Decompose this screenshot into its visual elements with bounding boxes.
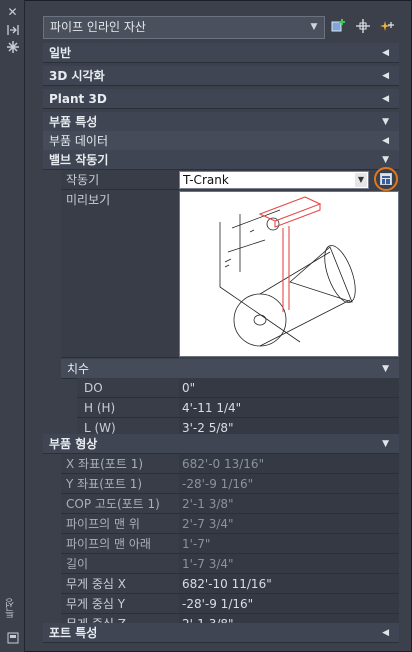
geo-row-label: 파이프의 맨 위 <box>66 517 140 531</box>
dim-row-label: H (H) <box>84 401 116 415</box>
chevron-down-icon: ▼ <box>382 439 389 449</box>
section-label: 부품 데이터 <box>49 134 109 148</box>
geo-row-value: -28'-9 1/16" <box>179 474 399 494</box>
section-dimensions[interactable]: 치수 ▼ <box>61 359 399 379</box>
section-part-properties[interactable]: 부품 특성 ▼ <box>43 112 399 132</box>
autohide-icon[interactable] <box>5 24 20 38</box>
section-part-data[interactable]: 부품 데이터 ◀ <box>43 131 399 151</box>
section-part-geometry[interactable]: 부품 형상 ▼ <box>43 434 399 454</box>
section-label: 치수 <box>67 362 90 376</box>
object-type-value: 파이프 인라인 자산 <box>50 20 146 34</box>
section-label: 3D 시각화 <box>49 69 105 83</box>
geo-row-value[interactable]: -28'-9 1/16" <box>179 594 399 614</box>
section-port-properties[interactable]: 포트 특성 ◀ <box>43 623 399 643</box>
close-icon[interactable]: ✕ <box>5 5 20 19</box>
actuator-preview <box>179 191 399 357</box>
palette-body: 파이프 인라인 자산 ▼ 일반 ◀ 3D 시각화 ◀ Plant 3D ◀ 부품 특성… <box>40 0 402 652</box>
section-label: Plant 3D <box>49 92 107 106</box>
palette-settings-icon[interactable] <box>5 40 20 54</box>
section-3d-visualization[interactable]: 3D 시각화 ◀ <box>43 66 399 86</box>
section-label: 부품 특성 <box>49 115 98 129</box>
geo-row-value: 1'-7" <box>179 534 399 554</box>
section-valve-actuator[interactable]: 밸브 작동기 ▼ <box>43 150 399 170</box>
geo-row-value: 1'-7 3/4" <box>179 554 399 574</box>
geo-row-value: 682'-0 13/16" <box>179 454 399 474</box>
dim-row-label: DO <box>84 381 103 395</box>
chevron-down-icon: ▼ <box>310 22 318 32</box>
geo-row-value: 2'-7 3/4" <box>179 514 399 534</box>
geo-row-label: 무게 중심 X <box>66 577 127 591</box>
section-label: 포트 특성 <box>49 626 98 640</box>
section-label: 부품 형상 <box>49 437 98 451</box>
geo-row-label: 무게 중심 Y <box>66 597 126 611</box>
select-objects-icon[interactable] <box>353 17 373 37</box>
dim-row-value[interactable]: 0" <box>179 378 399 398</box>
palette-vertical-title: 특성 <box>6 598 17 618</box>
actuator-label: 작동기 <box>66 173 100 187</box>
geo-row-label: X 좌표(포트 1) <box>66 457 144 471</box>
geo-row-label: 길이 <box>66 557 89 571</box>
geo-row-label: 파이프의 맨 아래 <box>66 537 151 551</box>
actuator-catalog-button[interactable] <box>374 167 398 191</box>
chevron-down-icon: ▼ <box>382 117 389 127</box>
geo-row-label: Y 좌표(포트 1) <box>66 477 143 491</box>
chevron-down-icon: ▼ <box>382 364 389 374</box>
section-label: 밸브 작동기 <box>49 153 109 167</box>
actuator-select[interactable]: T-Crank ▼ <box>179 171 369 189</box>
palette-icon <box>5 632 20 646</box>
dim-row-value[interactable]: 4'-11 1/4" <box>179 398 399 418</box>
preview-label: 미리보기 <box>66 193 111 207</box>
section-general[interactable]: 일반 ◀ <box>43 43 399 63</box>
section-plant-3d[interactable]: Plant 3D ◀ <box>43 89 399 109</box>
section-label: 일반 <box>49 46 72 60</box>
object-type-combo[interactable]: 파이프 인라인 자산 ▼ <box>43 16 325 39</box>
geo-row-label: COP 고도(포트 1) <box>66 497 160 511</box>
preview-label-cell <box>61 190 179 358</box>
chevron-left-icon: ◀ <box>382 628 389 638</box>
chevron-down-icon: ▼ <box>355 173 367 187</box>
quick-select-icon[interactable] <box>376 17 396 37</box>
catalog-icon <box>380 173 392 185</box>
actuator-preview-drawing <box>219 196 356 347</box>
chevron-left-icon: ◀ <box>382 136 389 146</box>
chevron-left-icon: ◀ <box>382 71 389 81</box>
geo-row-value: 2'-1 3/8" <box>179 494 399 514</box>
actuator-value: T-Crank <box>183 173 229 187</box>
geo-row-value[interactable]: 682'-10 11/16" <box>179 574 399 594</box>
toggle-pickadd-icon[interactable] <box>329 17 349 37</box>
chevron-left-icon: ◀ <box>382 48 389 58</box>
palette-title-strip: ✕ 특성 <box>0 0 25 652</box>
chevron-left-icon: ◀ <box>382 94 389 104</box>
